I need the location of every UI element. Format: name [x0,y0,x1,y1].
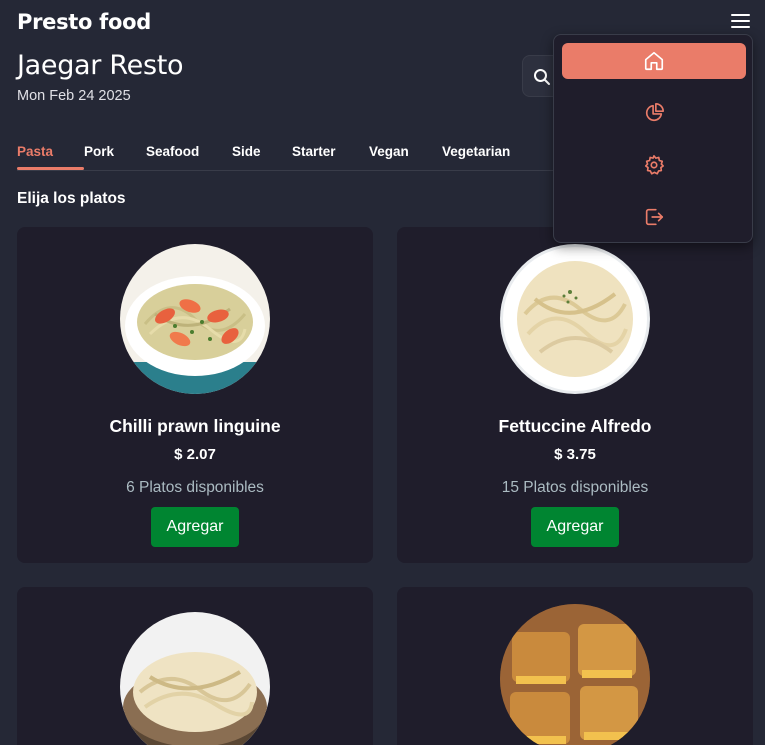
nav-dropdown-menu [553,34,753,243]
hamburger-menu-icon[interactable] [731,14,750,30]
dish-image-pasta [120,612,270,745]
app-brand: Presto food [17,10,151,34]
dish-image-chilli-prawn-linguine [120,244,270,394]
add-dish-button[interactable]: Agregar [151,507,239,547]
tab-starter[interactable]: Starter [292,144,336,159]
dish-availability: 15 Platos disponibles [501,479,649,496]
menu-item-settings[interactable] [562,147,746,183]
logout-icon [645,208,664,226]
dish-name: Chilli prawn linguine [109,416,281,436]
dish-image-grilled-sandwich [500,604,650,745]
gear-icon [644,155,664,175]
dish-card: Chilli prawn linguine $ 2.07 6 Platos di… [17,227,373,563]
search-icon [534,69,550,85]
pie-chart-icon [645,103,664,122]
dish-name: Fettuccine Alfredo [498,416,652,436]
dish-price: $ 3.75 [554,446,596,463]
dish-card: Fettuccine Alfredo $ 3.75 15 Platos disp… [397,227,753,563]
tab-vegan[interactable]: Vegan [369,144,409,159]
dish-card [397,587,753,745]
tab-pasta[interactable]: Pasta [17,144,53,159]
menu-item-logout[interactable] [562,199,746,235]
tab-vegetarian[interactable]: Vegetarian [442,144,510,159]
tab-pork[interactable]: Pork [84,144,114,159]
section-title: Elija los platos [17,190,126,207]
dish-price: $ 2.07 [174,446,216,463]
add-dish-button[interactable]: Agregar [531,507,619,547]
menu-item-home[interactable] [562,43,746,79]
home-icon [644,51,664,71]
tab-seafood[interactable]: Seafood [146,144,199,159]
category-tabs: Pasta Pork Seafood Side Starter Vegan Ve… [17,140,557,171]
menu-item-dashboard[interactable] [562,95,746,131]
dish-image-fettuccine-alfredo [500,244,650,394]
dish-card [17,587,373,745]
current-date: Mon Feb 24 2025 [17,88,131,104]
dish-availability: 6 Platos disponibles [126,479,264,496]
active-tab-indicator [17,167,84,170]
restaurant-name: Jaegar Resto [17,50,184,81]
tab-side[interactable]: Side [232,144,261,159]
